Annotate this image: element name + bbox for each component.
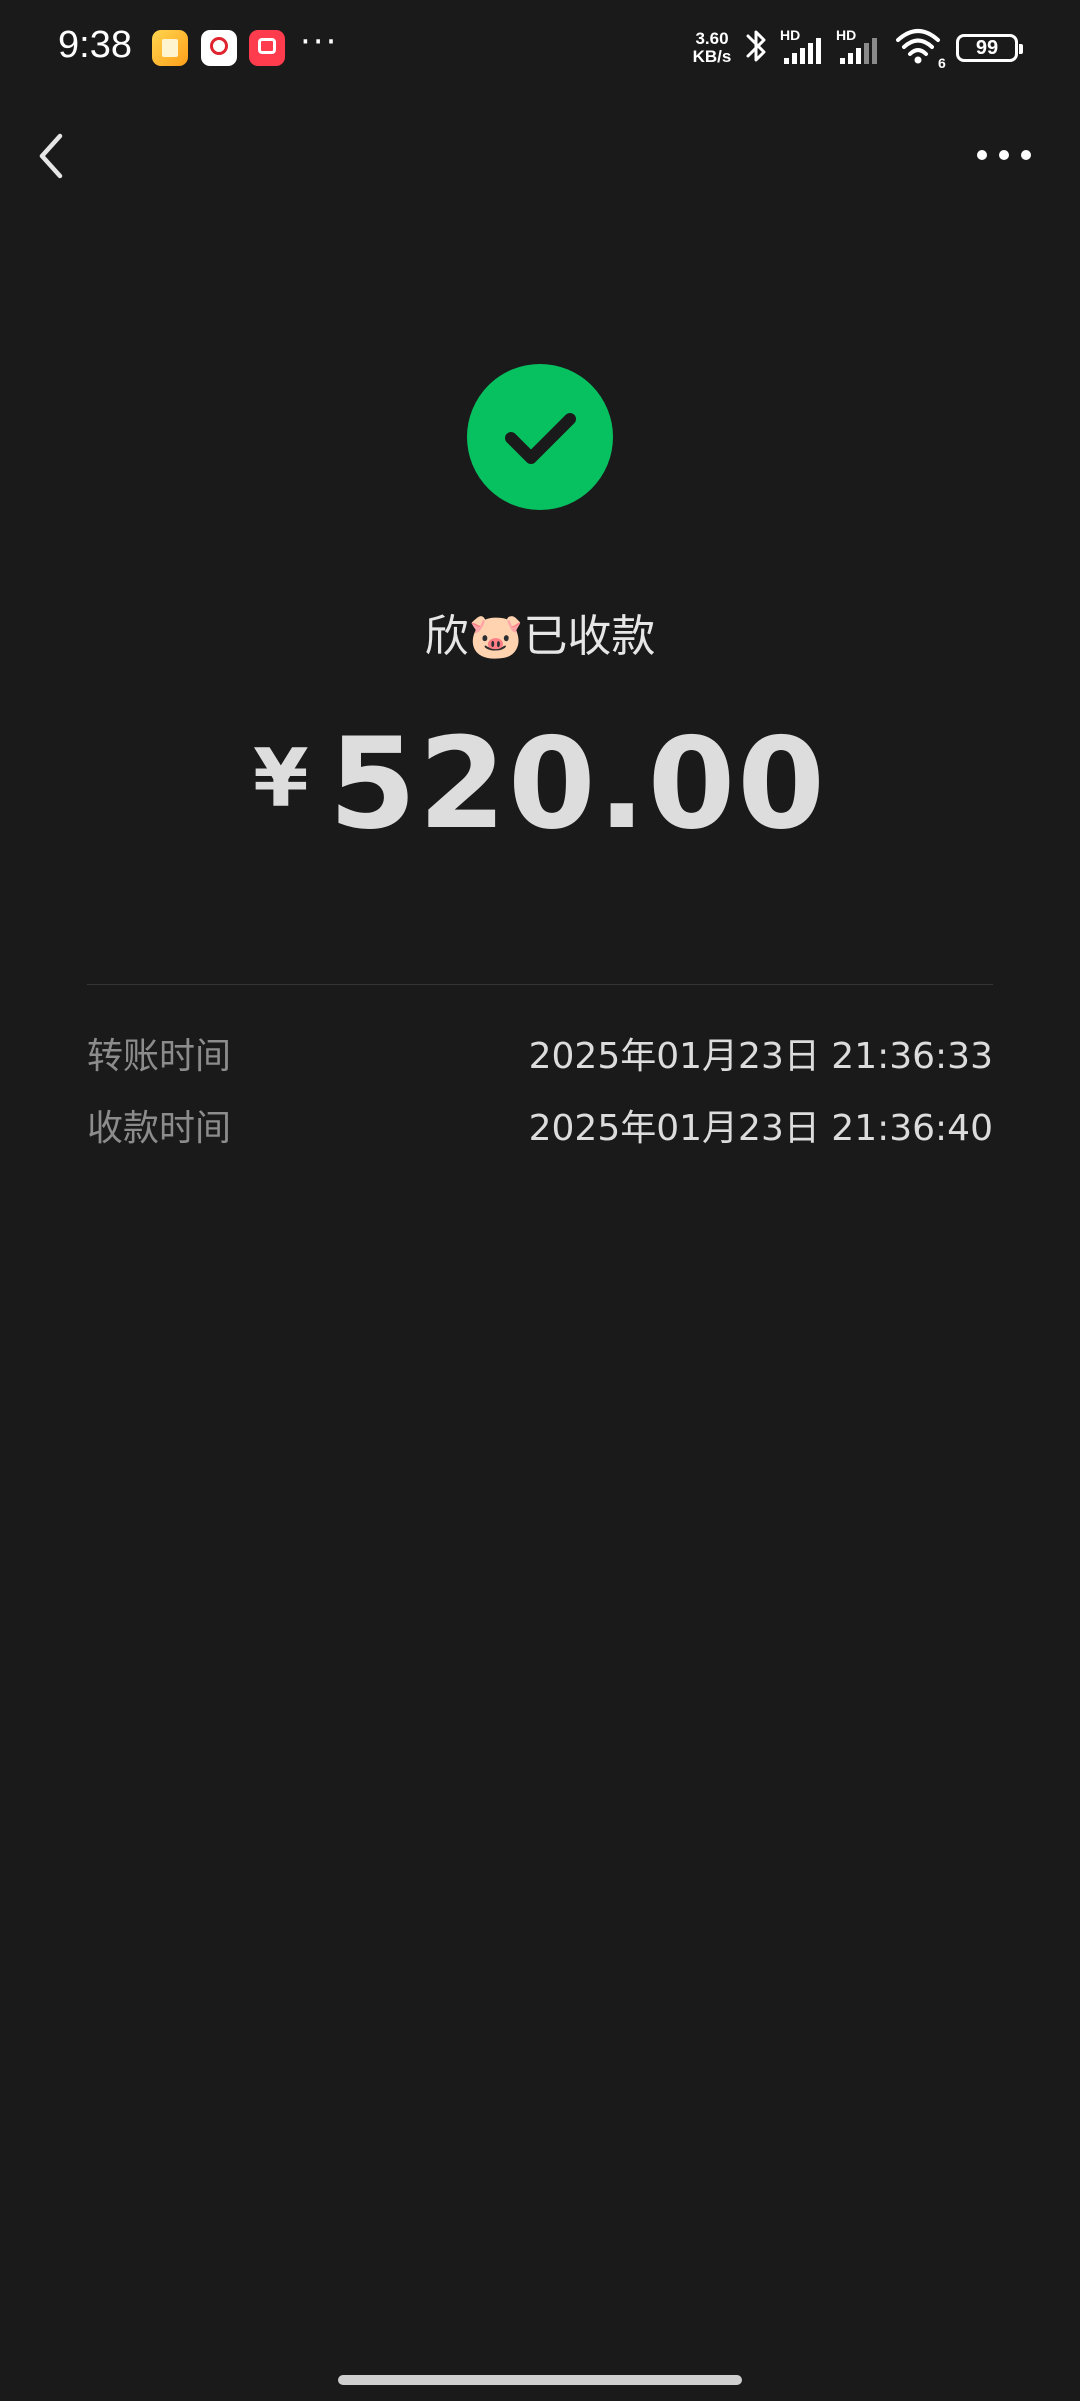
divider: [87, 984, 993, 985]
signal-strength-icon-1: HD: [780, 27, 821, 64]
detail-value: 2025年01月23日 21:36:33: [528, 1036, 993, 1077]
payment-status-title: 欣🐷已收款: [0, 600, 1080, 664]
more-dots-icon: [977, 150, 1031, 160]
detail-value: 2025年01月23日 21:36:40: [528, 1108, 993, 1149]
currency-symbol: ¥: [253, 732, 309, 825]
signal-hd-label-1: HD: [780, 27, 800, 43]
battery-icon: 99: [956, 34, 1023, 62]
signal-strength-icon-2: HD: [836, 27, 877, 64]
wifi-badge: 6: [938, 55, 946, 70]
back-button[interactable]: [28, 126, 78, 186]
home-indicator[interactable]: [338, 2375, 742, 2385]
amount-value: 520.00: [328, 710, 827, 857]
battery-level: 99: [975, 37, 999, 59]
network-speed-value: 3.60: [695, 29, 729, 48]
payment-status-text: 已收款: [523, 611, 656, 662]
china-unicom-icon: [201, 30, 237, 66]
network-speed: 3.60 KB/s: [688, 30, 736, 66]
check-circle-icon: [467, 364, 613, 510]
chevron-left-icon: [39, 133, 63, 179]
detail-row-transfer-time: 转账时间 2025年01月23日 21:36:33: [87, 1027, 993, 1081]
status-time: 9:38: [58, 24, 132, 66]
status-bar: 9:38 ··· 3.60 KB/s HD HD 6 99: [0, 0, 1080, 100]
detail-label: 收款时间: [87, 1108, 232, 1149]
bluetooth-icon: [746, 30, 766, 62]
payee-name: 欣🐷: [424, 611, 524, 662]
video-app-icon: [249, 30, 285, 66]
signal-hd-label-2: HD: [836, 27, 856, 43]
notes-app-icon: [152, 30, 188, 66]
amount-row: ¥520.00: [0, 710, 1080, 857]
wifi-icon: 6: [896, 29, 946, 70]
detail-label: 转账时间: [87, 1036, 232, 1077]
notification-more-icon: ···: [300, 22, 339, 62]
more-options-button[interactable]: [974, 140, 1034, 170]
network-speed-unit: KB/s: [692, 47, 732, 66]
detail-row-receive-time: 收款时间 2025年01月23日 21:36:40: [87, 1099, 993, 1153]
